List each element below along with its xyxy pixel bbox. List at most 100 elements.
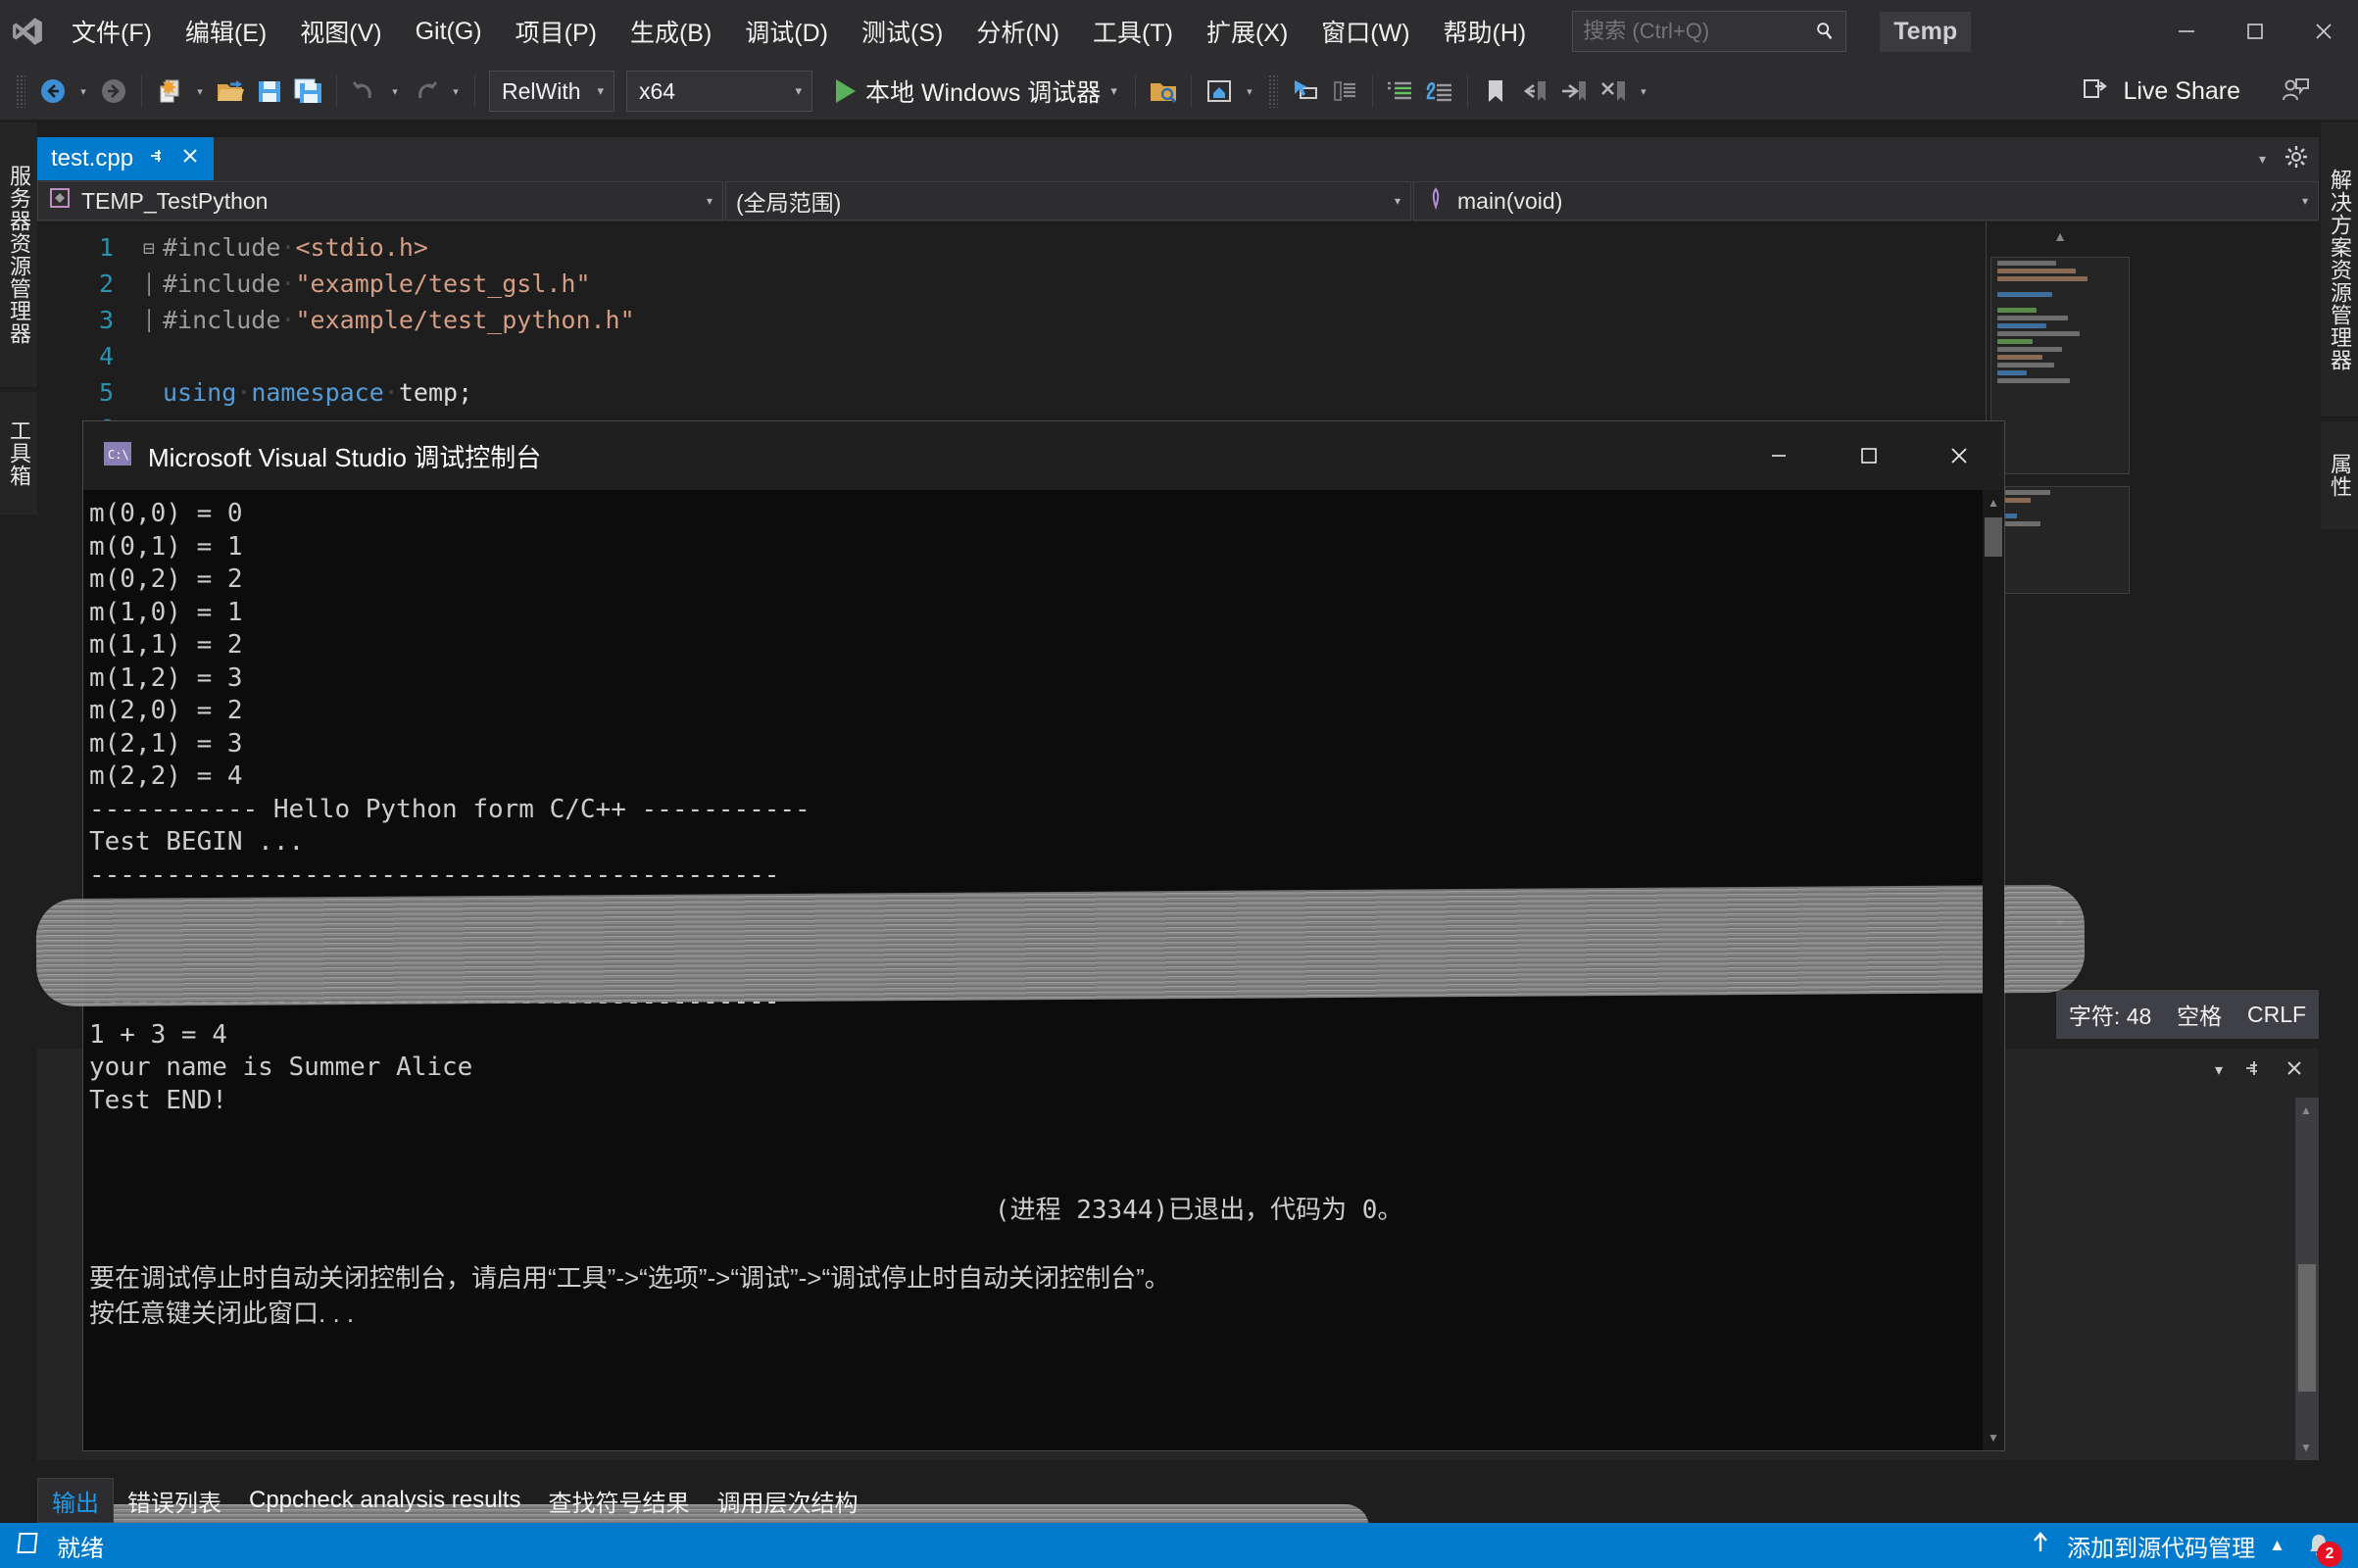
task-list-icon[interactable] <box>1381 69 1420 114</box>
tool-tab-toolbox[interactable]: 工具箱 <box>0 392 37 514</box>
toolbar-grip[interactable] <box>1267 74 1278 108</box>
save-all-icon[interactable] <box>289 69 328 114</box>
code-line[interactable]: 5 using·namespace·temp; <box>37 374 2133 411</box>
menu-item-analyze[interactable]: 分析(N) <box>959 0 1076 63</box>
close-tab-icon[interactable] <box>180 145 200 172</box>
scroll-up-arrow-icon[interactable]: ▲ <box>2295 1098 2317 1123</box>
tab-list-dropdown-icon[interactable]: ▾ <box>2259 151 2266 168</box>
save-icon[interactable] <box>250 69 289 114</box>
output-tab[interactable]: 查找符号结果 <box>534 1478 703 1523</box>
undo-icon[interactable] <box>345 69 384 114</box>
toolbox-window-icon[interactable] <box>1325 69 1364 114</box>
output-tab[interactable]: 错误列表 <box>114 1478 235 1523</box>
notifications-bell-icon[interactable]: 2 <box>2299 1526 2342 1567</box>
chevron-down-icon[interactable]: ▾ <box>1110 83 1117 99</box>
menu-item-git[interactable]: Git(G) <box>399 0 499 63</box>
search-in-folder-icon[interactable] <box>1144 69 1183 114</box>
title-bar: 文件(F) 编辑(E) 视图(V) Git(G) 项目(P) 生成(B) 调试(… <box>0 0 2358 63</box>
maximize-restore-button[interactable] <box>2221 0 2289 63</box>
navbar-project-combo[interactable]: TEMP_TestPython ▾ <box>37 181 723 220</box>
home-window-icon[interactable] <box>1200 69 1239 114</box>
console-scrollbar[interactable]: ▲ ▼ <box>1983 490 2004 1450</box>
console-line: m(1,2) = 3 <box>89 662 243 693</box>
tool-tab-server-explorer[interactable]: 服务器资源管理器 <box>0 122 37 387</box>
scrollbar-thumb[interactable] <box>2298 1264 2316 1392</box>
panel-dropdown-icon[interactable]: ▾ <box>2215 1060 2223 1080</box>
minimize-button[interactable] <box>2152 0 2221 63</box>
close-window-button[interactable] <box>2289 0 2358 63</box>
search-input[interactable] <box>1583 19 1815 44</box>
code-line[interactable]: 1 ⊟ #include·<stdio.h> <box>37 229 2133 266</box>
menu-item-test[interactable]: 测试(S) <box>845 0 959 63</box>
menu-item-view[interactable]: 视图(V) <box>283 0 398 63</box>
code-line[interactable]: 3 │ #include·"example/test_python.h" <box>37 302 2133 338</box>
menu-item-extensions[interactable]: 扩展(X) <box>1190 0 1304 63</box>
console-minimize-button[interactable] <box>1734 421 1824 490</box>
scroll-down-arrow-icon[interactable]: ▼ <box>2295 1435 2317 1460</box>
menu-item-file[interactable]: 文件(F) <box>55 0 169 63</box>
solution-platform-combo[interactable]: x64 ▾ <box>626 71 812 112</box>
search-box[interactable] <box>1572 11 1847 52</box>
menu-item-debug[interactable]: 调试(D) <box>728 0 845 63</box>
live-share-button[interactable]: Live Share <box>2082 63 2240 120</box>
editor-line-ending[interactable]: CRLF <box>2247 1002 2306 1028</box>
add-to-source-control-icon[interactable] <box>2028 1530 2053 1562</box>
toolbar-overflow-icon[interactable]: ▾ <box>1633 69 1654 114</box>
project-icon <box>48 186 72 216</box>
next-bookmark-icon[interactable] <box>1554 69 1594 114</box>
menu-item-build[interactable]: 生成(B) <box>614 0 728 63</box>
solution-configuration-combo[interactable]: RelWith ▾ <box>489 71 614 112</box>
scroll-up-arrow-icon[interactable]: ▲ <box>1983 490 2004 515</box>
fold-collapse-icon[interactable]: ⊟ <box>135 236 163 260</box>
navigate-forward-icon[interactable] <box>94 69 133 114</box>
previous-bookmark-icon[interactable] <box>1515 69 1554 114</box>
menu-item-tools[interactable]: 工具(T) <box>1076 0 1190 63</box>
start-debugging-button[interactable]: 本地 Windows 调试器 ▾ <box>826 69 1127 114</box>
tool-tab-properties[interactable]: 属性 <box>2321 421 2358 529</box>
navigate-to-icon[interactable] <box>1420 69 1459 114</box>
debug-console-window[interactable]: C:\ Microsoft Visual Studio 调试控制台 m(0,0)… <box>35 421 2086 1551</box>
output-tab[interactable]: 调用层次结构 <box>703 1478 871 1523</box>
tab-settings-gear-icon[interactable] <box>2284 144 2309 174</box>
new-file-dropdown-icon[interactable]: ▾ <box>189 69 211 114</box>
menu-item-window[interactable]: 窗口(W) <box>1304 0 1426 63</box>
scrollbar-thumb[interactable] <box>1985 517 2002 557</box>
toolbar-grip[interactable] <box>16 74 25 108</box>
navigate-backward-dropdown-icon[interactable]: ▾ <box>73 69 94 114</box>
code-text: #include·"example/test_python.h" <box>163 306 635 334</box>
menu-item-edit[interactable]: 编辑(E) <box>169 0 283 63</box>
redo-dropdown-icon[interactable]: ▾ <box>445 69 467 114</box>
home-window-dropdown-icon[interactable]: ▾ <box>1239 69 1260 114</box>
scroll-down-arrow-icon[interactable]: ▼ <box>1983 1425 2004 1450</box>
output-tab[interactable]: 输出 <box>37 1478 114 1523</box>
output-tab[interactable]: Cppcheck analysis results <box>235 1478 534 1523</box>
live-share-chat-icon[interactable] <box>2280 63 2311 120</box>
navigate-backward-icon[interactable] <box>33 69 73 114</box>
console-close-button[interactable] <box>1914 421 2004 490</box>
tool-tab-solution-explorer[interactable]: 解决方案资源管理器 <box>2321 122 2358 416</box>
document-tab-test-cpp[interactable]: test.cpp <box>37 137 215 180</box>
pin-tab-icon[interactable] <box>147 145 167 172</box>
clear-bookmarks-icon[interactable] <box>1594 69 1633 114</box>
console-maximize-button[interactable] <box>1824 421 1914 490</box>
fold-guide: │ <box>142 308 156 332</box>
navbar-scope-combo[interactable]: (全局范围) ▾ <box>725 181 1411 220</box>
menu-item-help[interactable]: 帮助(H) <box>1427 0 1544 63</box>
add-to-source-control-label[interactable]: 添加到源代码管理 <box>2067 1529 2255 1563</box>
chevron-up-icon[interactable]: ▲ <box>2269 1536 2285 1555</box>
menu-item-project[interactable]: 项目(P) <box>499 0 614 63</box>
redo-icon[interactable] <box>406 69 445 114</box>
navbar-member-combo[interactable]: main(void) ▾ <box>1413 181 2319 220</box>
toggle-bookmark-icon[interactable] <box>1476 69 1515 114</box>
undo-dropdown-icon[interactable]: ▾ <box>384 69 406 114</box>
panel-close-icon[interactable] <box>2284 1057 2305 1084</box>
panel-pin-icon[interactable] <box>2242 1057 2264 1084</box>
code-line[interactable]: 4 <box>37 338 2133 374</box>
properties-window-icon[interactable] <box>1286 69 1325 114</box>
scroll-up-arrow-icon[interactable]: ▲ <box>1987 221 2133 251</box>
output-panel-scrollbar[interactable]: ▲ ▼ <box>2295 1098 2319 1460</box>
new-file-icon[interactable] <box>150 69 189 114</box>
editor-indent-mode[interactable]: 空格 <box>2177 998 2222 1031</box>
code-line[interactable]: 2 │ #include·"example/test_gsl.h" <box>37 266 2133 302</box>
open-file-icon[interactable] <box>211 69 250 114</box>
